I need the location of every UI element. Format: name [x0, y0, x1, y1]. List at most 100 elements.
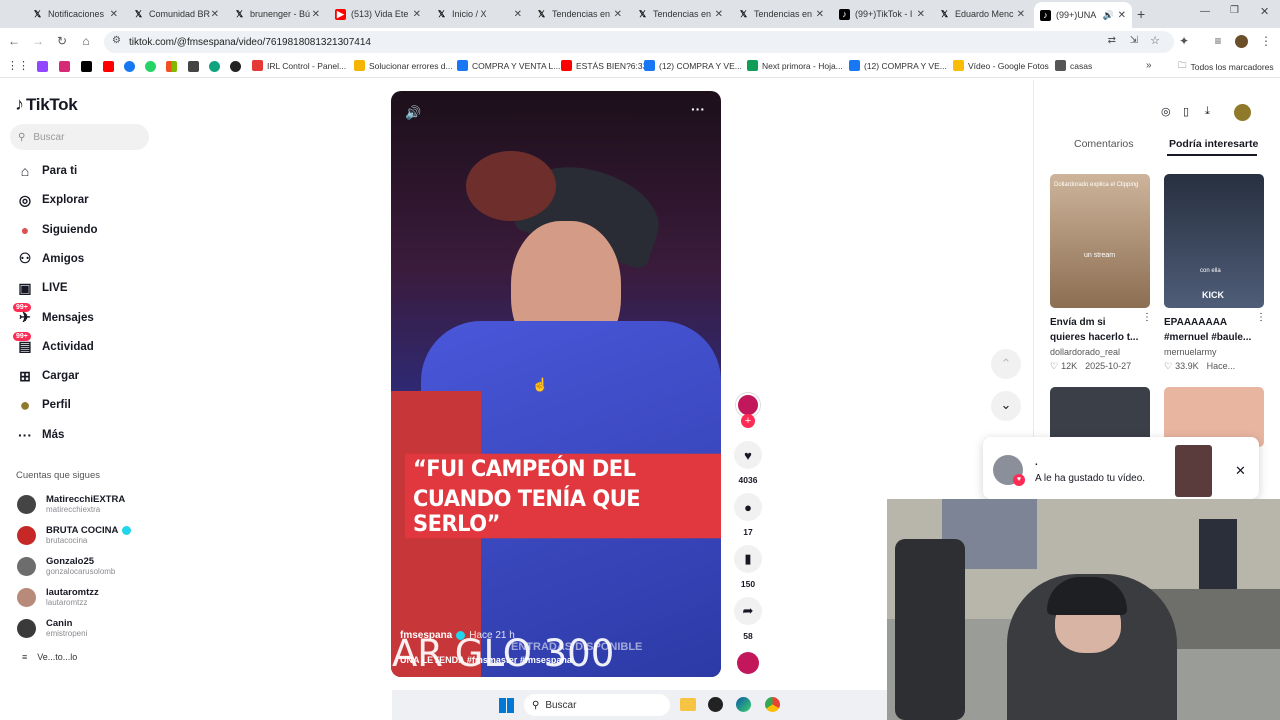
action-share[interactable]: ➦ 58 [733, 597, 763, 641]
all-bookmarks-folder[interactable]: 🗀 Todos los marcadores [1178, 60, 1274, 74]
x-logo-icon[interactable] [81, 61, 92, 72]
sidebar-item-siguiendo[interactable]: ● Siguiendo [15, 220, 98, 240]
action-heart[interactable]: ♥ 4036 [733, 441, 763, 485]
bookmark-item[interactable]: Next primora - Hoja... [747, 60, 843, 71]
windows-start-icon[interactable] [499, 698, 514, 713]
tab-audio-icon[interactable]: 🔊 [1103, 10, 1114, 21]
download-icon[interactable]: ⤓ [1205, 105, 1210, 118]
close-tab-icon[interactable]: ✕ [514, 9, 522, 20]
close-tab-icon[interactable]: ✕ [312, 9, 320, 20]
close-tab-icon[interactable]: ✕ [1118, 10, 1126, 21]
bookmark-star-icon[interactable]: ☆ [1150, 34, 1160, 47]
browser-tab[interactable]: 𝕏brunenger - Bú ✕ [228, 4, 326, 24]
browser-tab[interactable]: ▶ (513) Vida Ete ✕ [329, 4, 427, 24]
sidebar-item-explorar[interactable]: ◎ Explorar [15, 190, 89, 210]
browser-tab[interactable]: ♪ (99+)TikTok - I ✕ [833, 4, 931, 24]
suggested-video-card[interactable]: con ella KICK EPAAAAAAA #mernuel #baule.… [1164, 174, 1264, 372]
bookmark-item[interactable]: (12) COMPRA Y VE... [644, 60, 742, 71]
home-icon[interactable]: ⌂ [78, 34, 94, 48]
browser-tab[interactable]: 𝕏 Tendencias en ✕ [530, 4, 628, 24]
instagram-icon[interactable] [59, 61, 70, 72]
browser-tab[interactable]: 𝕏 Tendencias en ✕ [631, 4, 729, 24]
site-info-icon[interactable]: ⚙ [112, 35, 121, 46]
bookmark-item[interactable]: Solucionar errores d... [354, 60, 453, 71]
comment-icon[interactable]: ● [734, 493, 762, 521]
browser-tab[interactable]: 𝕏 Inicio / X ✕ [430, 4, 528, 24]
browser-tab[interactable]: ♪ (99+)UNA 🔊 ✕ [1034, 2, 1132, 28]
video-player[interactable]: 🔊 ··· “FUI CAMPEÓN DEL MUNDO CUANDO TENÍ… [391, 91, 721, 677]
sidebar-item-mensajes[interactable]: ✈ 99+ Mensajes [13, 302, 94, 328]
translate-icon[interactable]: ⇄ [1108, 35, 1116, 46]
sound-disc-avatar[interactable] [737, 652, 759, 674]
close-tab-icon[interactable]: ✕ [110, 9, 118, 20]
card-more-icon[interactable]: ⋮ [1142, 312, 1152, 323]
edge-icon[interactable] [736, 697, 751, 712]
volume-icon[interactable]: 🔊 [405, 105, 421, 121]
app-icon[interactable] [708, 697, 723, 712]
reload-icon[interactable]: ↻ [54, 34, 70, 48]
minimize-button[interactable]: — [1200, 6, 1210, 17]
game-icon[interactable] [188, 61, 199, 72]
close-tab-icon[interactable]: ✕ [816, 9, 824, 20]
taskbar-search[interactable]: ⚲ Buscar [524, 694, 670, 716]
facebook-icon[interactable] [124, 61, 135, 72]
action-comment[interactable]: ● 17 [733, 493, 763, 537]
chrome-icon[interactable] [765, 697, 780, 712]
back-icon[interactable]: ← [6, 34, 22, 48]
video-more-icon[interactable]: ··· [691, 101, 705, 117]
twitch-icon[interactable] [37, 61, 48, 72]
share-icon[interactable]: ➦ [734, 597, 762, 625]
bookmark-item[interactable]: (12) COMPRA Y VE... [849, 60, 947, 71]
bookmark-item[interactable]: Vídeo - Google Fotos [953, 60, 1049, 71]
close-tab-icon[interactable]: ✕ [715, 9, 723, 20]
sidebar-item-para-ti[interactable]: ⌂ Para ti [15, 161, 77, 181]
extensions-icon[interactable]: ✦ [1176, 34, 1192, 48]
forward-icon[interactable]: → [30, 34, 46, 48]
follow-plus-icon[interactable]: + [741, 414, 755, 428]
youtube-icon[interactable] [103, 61, 114, 72]
bookmark-item[interactable]: casas [1055, 60, 1092, 71]
close-tab-icon[interactable]: ✕ [413, 9, 421, 20]
sidebar-item-cargar[interactable]: ⊞ Cargar [15, 366, 79, 386]
sidebar-item-m-s[interactable]: ··· Más [15, 425, 64, 445]
browser-tab[interactable]: 𝕏 Eduardo Menc ✕ [933, 4, 1031, 24]
user-avatar[interactable] [1234, 104, 1251, 121]
followed-account[interactable]: Canin emistropeni [17, 618, 87, 638]
search-input[interactable]: ⚲ Buscar [10, 124, 149, 150]
close-tab-icon[interactable]: ✕ [211, 9, 219, 20]
bookmark-item[interactable]: IRL Control - Panel... [252, 60, 346, 71]
browser-tab[interactable]: 𝕏 Tendencias en ✕ [732, 4, 830, 24]
bookmarks-overflow-icon[interactable]: » [1146, 60, 1152, 71]
sidebar-item-amigos[interactable]: ⚇ Amigos [15, 249, 84, 269]
tiktok-logo[interactable]: ♪ TikTok [15, 94, 78, 115]
previous-video-button[interactable]: ⌃ [991, 349, 1021, 379]
followed-account[interactable]: BRUTA COCINA brutacocina [17, 525, 132, 545]
like-notification-toast[interactable]: ♥ . A le ha gustado tu vídeo. ✕ [983, 437, 1259, 499]
heart-icon[interactable]: ♥ [734, 441, 762, 469]
restore-button[interactable]: ❐ [1230, 5, 1239, 16]
media-controls-icon[interactable]: ≡ [1210, 34, 1226, 48]
chatgpt-icon[interactable] [209, 61, 220, 72]
install-icon[interactable]: ⇲ [1130, 35, 1138, 46]
file-explorer-icon[interactable] [680, 698, 696, 711]
browser-tab[interactable]: 𝕏 Notificaciones ✕ [26, 4, 124, 24]
tab-comments[interactable]: Comentarios [1074, 138, 1134, 150]
device-icon[interactable]: ▯ [1183, 105, 1189, 118]
sidebar-item-perfil[interactable]: ● Perfil [15, 395, 71, 415]
bookmark-item[interactable]: ESTÁS BIEN?6:33 [561, 60, 647, 71]
suggested-video-card[interactable]: Dollardorado explica el Clipping un stre… [1050, 174, 1150, 372]
sidebar-item-live[interactable]: ▣ LIVE [15, 278, 67, 298]
apps-icon[interactable]: ⋮⋮ [7, 59, 29, 72]
github-icon[interactable] [230, 61, 241, 72]
close-icon[interactable]: ✕ [1235, 463, 1246, 479]
close-tab-icon[interactable]: ✕ [614, 9, 622, 20]
bookmark-icon[interactable]: ▮ [734, 545, 762, 573]
card-more-icon[interactable]: ⋮ [1256, 312, 1266, 323]
followed-account[interactable]: lautaromtzz lautaromtzz [17, 587, 99, 607]
address-bar[interactable]: ⚙ tiktok.com/@fmsespana/video/7619818081… [104, 31, 1174, 53]
tab-suggested[interactable]: Podría interesarte [1169, 138, 1258, 150]
action-bookmark[interactable]: ▮ 150 [733, 545, 763, 589]
close-window-button[interactable]: ✕ [1260, 5, 1269, 18]
close-tab-icon[interactable]: ✕ [1017, 9, 1025, 20]
see-all-link[interactable]: ≡ Ve...to...lo [22, 652, 77, 662]
